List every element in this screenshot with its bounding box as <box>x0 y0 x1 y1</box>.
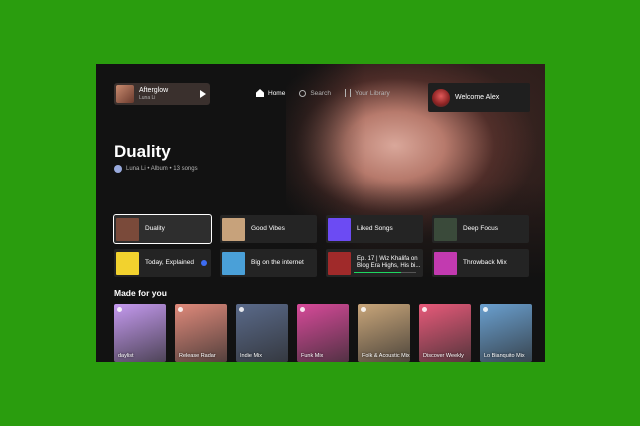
playlist-card-label: Indie Mix <box>240 352 263 359</box>
shortcut-label: Good Vibes <box>251 225 285 233</box>
search-icon <box>299 89 307 97</box>
shortcut-tile[interactable]: Big on the internet <box>220 249 317 277</box>
play-icon[interactable] <box>200 90 206 98</box>
shortcut-art <box>328 251 351 275</box>
playlist-card-label: Lo Bianquito Mix <box>484 352 525 359</box>
playlist-card[interactable]: Funk Mix <box>297 304 349 362</box>
playlist-card-label: Discover Weekly <box>423 352 464 359</box>
app-window: Afterglow Luna Li Home Search Your Libra… <box>96 64 545 362</box>
shortcut-art <box>434 217 457 241</box>
shortcut-label: Duality <box>145 225 165 233</box>
shortcut-label: Liked Songs <box>357 225 393 233</box>
playlist-card[interactable]: Folk & Acoustic Mix <box>358 304 410 362</box>
welcome-text: Welcome Alex <box>455 94 500 101</box>
nav-home-label: Home <box>268 89 286 97</box>
album-meta-text: Luna Li • Album • 13 songs <box>126 166 198 172</box>
spotify-logo-icon <box>117 307 122 312</box>
shortcut-tile[interactable]: Throwback Mix <box>432 249 529 277</box>
album-meta: Luna Li • Album • 13 songs <box>114 165 198 173</box>
shortcut-tile[interactable]: Good Vibes <box>220 215 317 243</box>
spotify-logo-icon <box>361 307 366 312</box>
playlist-card-label: Funk Mix <box>301 352 324 359</box>
nav-home[interactable]: Home <box>256 89 285 97</box>
now-playing-art <box>116 85 134 103</box>
playlist-card-label: daylist <box>118 352 134 359</box>
profile-button[interactable]: Welcome Alex <box>428 83 530 112</box>
spotify-logo-icon <box>178 307 183 312</box>
episode-progress <box>354 271 416 273</box>
nav-search[interactable]: Search <box>299 89 331 97</box>
playlist-card[interactable]: Indie Mix <box>236 304 288 362</box>
shortcut-art <box>222 251 245 275</box>
avatar <box>432 88 450 107</box>
shortcut-art <box>116 217 139 241</box>
shortcut-label: Big on the internet <box>251 259 304 267</box>
spotify-logo-icon <box>300 307 305 312</box>
new-episode-dot <box>201 260 207 266</box>
shortcut-tile[interactable]: Duality <box>113 214 212 244</box>
episode-progress-fill <box>354 271 401 273</box>
spotify-logo-icon <box>422 307 427 312</box>
spotify-logo-icon <box>239 307 244 312</box>
shortcut-tile[interactable]: Today, Explained <box>114 249 211 277</box>
playlist-card-label: Release Radar <box>179 352 216 359</box>
home-icon <box>256 89 264 97</box>
nav-library[interactable]: Your Library <box>344 89 390 97</box>
section-title: Made for you <box>114 288 167 298</box>
shortcut-label: Today, Explained <box>145 259 195 267</box>
shortcut-label: Throwback Mix <box>463 259 507 267</box>
top-nav: Home Search Your Library <box>256 89 390 97</box>
playlist-card[interactable]: Lo Bianquito Mix <box>480 304 532 362</box>
nav-library-label: Your Library <box>354 89 390 97</box>
shortcut-tile[interactable]: Deep Focus <box>432 215 529 243</box>
shortcut-art <box>434 251 457 275</box>
spotify-logo-icon <box>483 307 488 312</box>
made-for-you-row: daylist Release Radar Indie Mix Funk Mix Fol… <box>114 304 532 362</box>
nav-search-label: Search <box>310 89 331 97</box>
playlist-card[interactable]: daylist <box>114 304 166 362</box>
shortcut-art <box>116 251 139 275</box>
playlist-card[interactable]: Release Radar <box>175 304 227 362</box>
shortcut-art <box>222 217 245 241</box>
now-playing-title: Afterglow <box>139 87 169 94</box>
artist-icon <box>114 165 122 173</box>
album-title: Duality <box>114 142 171 161</box>
shortcut-label: Ep. 17 | Wiz Khalifa on Blog Era Highs, … <box>357 255 421 269</box>
playlist-card-label: Folk & Acoustic Mix <box>362 352 410 359</box>
shortcut-art <box>328 217 351 241</box>
now-playing-bar[interactable]: Afterglow Luna Li <box>114 83 210 105</box>
library-icon <box>344 89 351 97</box>
now-playing-artist: Luna Li <box>139 95 156 101</box>
shortcut-grid: Duality Good Vibes Liked Songs Deep Focus To… <box>113 214 529 277</box>
shortcut-tile[interactable]: Ep. 17 | Wiz Khalifa on Blog Era Highs, … <box>326 249 423 277</box>
shortcut-label: Deep Focus <box>463 225 499 233</box>
playlist-card[interactable]: Discover Weekly <box>419 304 471 362</box>
shortcut-tile[interactable]: Liked Songs <box>326 215 423 243</box>
